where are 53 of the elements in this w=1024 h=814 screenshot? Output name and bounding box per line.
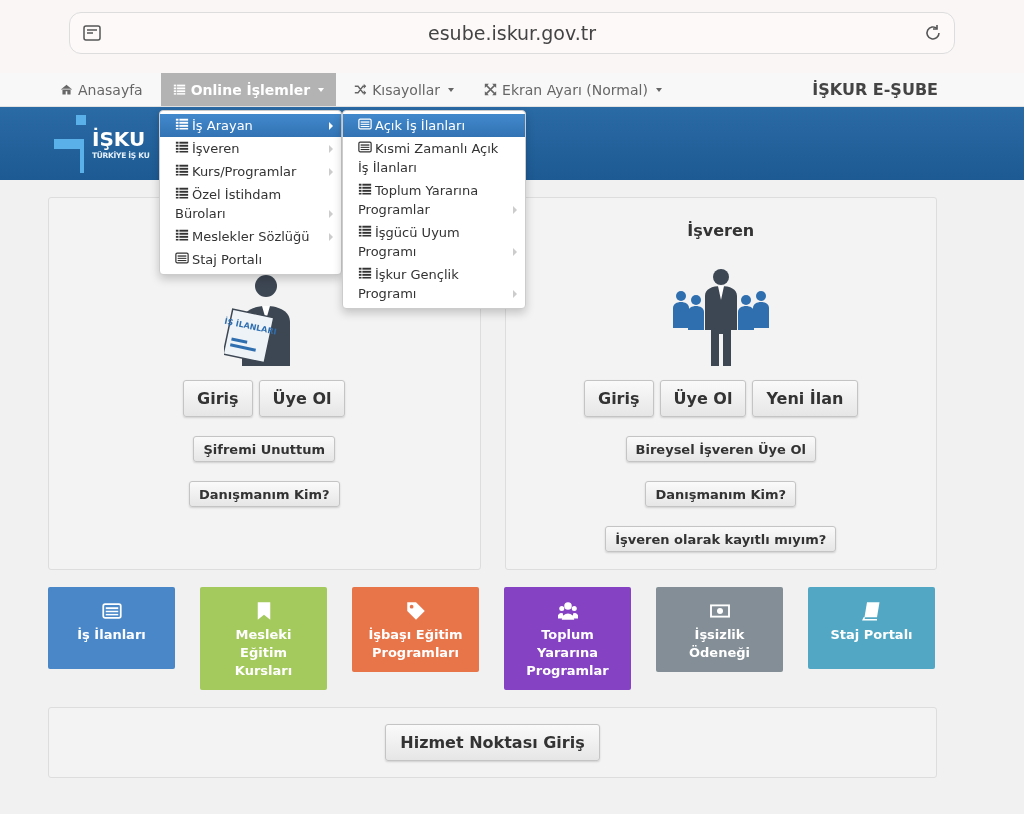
- list-icon: [358, 266, 372, 280]
- logo-text: İŞKU: [92, 127, 147, 151]
- site-title: İŞKUR E-ŞUBE: [812, 80, 938, 99]
- action-button[interactable]: Şifremi Unuttum: [193, 436, 335, 462]
- menu-item[interactable]: Kurs/Programlar: [160, 160, 341, 183]
- address-bar[interactable]: esube.iskur.gov.tr: [69, 12, 955, 54]
- banknote-icon: [709, 601, 730, 621]
- menu-item[interactable]: Staj Portalı: [160, 248, 341, 271]
- menu-item[interactable]: İşgücü Uyum Programı: [343, 221, 525, 263]
- menu-item[interactable]: Kısmi Zamanlı Açık İş İlanları: [343, 137, 525, 179]
- list-icon: [175, 140, 189, 154]
- action-button[interactable]: Giriş: [183, 380, 253, 417]
- nav-item[interactable]: Anasayfa: [48, 73, 155, 106]
- menu-item[interactable]: Açık İş İlanları: [343, 114, 525, 137]
- card-icon: [358, 117, 372, 131]
- shortcut-tile[interactable]: Toplum Yararına Programlar: [504, 587, 631, 690]
- nav-item[interactable]: Kısayollar: [342, 73, 467, 106]
- action-button[interactable]: İşveren olarak kayıtlı mıyım?: [605, 526, 837, 552]
- action-button[interactable]: Danışmanım Kim?: [188, 481, 340, 507]
- shuffle-icon: [354, 83, 368, 96]
- card-icon: [358, 140, 372, 154]
- menu-item[interactable]: Toplum Yararına Programlar: [343, 179, 525, 221]
- action-button[interactable]: Bireysel İşveren Üye Ol: [625, 436, 816, 462]
- action-button[interactable]: Giriş: [584, 380, 654, 417]
- list-icon: [172, 83, 186, 96]
- tag-icon: [405, 601, 426, 621]
- panel-title: İşveren: [687, 220, 755, 240]
- nav-item[interactable]: Ekran Ayarı (Normal): [472, 73, 674, 106]
- action-button[interactable]: Üye Ol: [659, 380, 747, 417]
- action-button[interactable]: Üye Ol: [258, 380, 346, 417]
- service-point-login-button[interactable]: Hizmet Noktası Giriş: [385, 724, 600, 761]
- action-button[interactable]: Yeni İlan: [752, 380, 858, 417]
- menu-item[interactable]: Meslekler Sözlüğü: [160, 225, 341, 248]
- list-icon: [175, 163, 189, 177]
- book-icon: [861, 601, 882, 621]
- list-icon: [175, 186, 189, 200]
- shortcut-tile[interactable]: İş İlanları: [48, 587, 175, 669]
- card-icon: [101, 601, 122, 621]
- list-icon: [175, 228, 189, 242]
- home-icon: [60, 83, 73, 96]
- menu-item[interactable]: İşveren: [160, 137, 341, 160]
- list-icon: [358, 224, 372, 238]
- card-icon: [175, 251, 189, 265]
- menu-item[interactable]: Özel İstihdam Büroları: [160, 183, 341, 225]
- url-text: esube.iskur.gov.tr: [428, 22, 596, 44]
- expand-icon: [484, 83, 498, 96]
- list-icon: [175, 117, 189, 131]
- menu-item[interactable]: İş Arayan: [160, 114, 341, 137]
- list-icon: [358, 182, 372, 196]
- action-button[interactable]: Danışmanım Kim?: [645, 481, 797, 507]
- tabs-icon[interactable]: [82, 23, 102, 43]
- menu-item[interactable]: İşkur Gençlik Programı: [343, 263, 525, 305]
- users-icon: [557, 601, 578, 621]
